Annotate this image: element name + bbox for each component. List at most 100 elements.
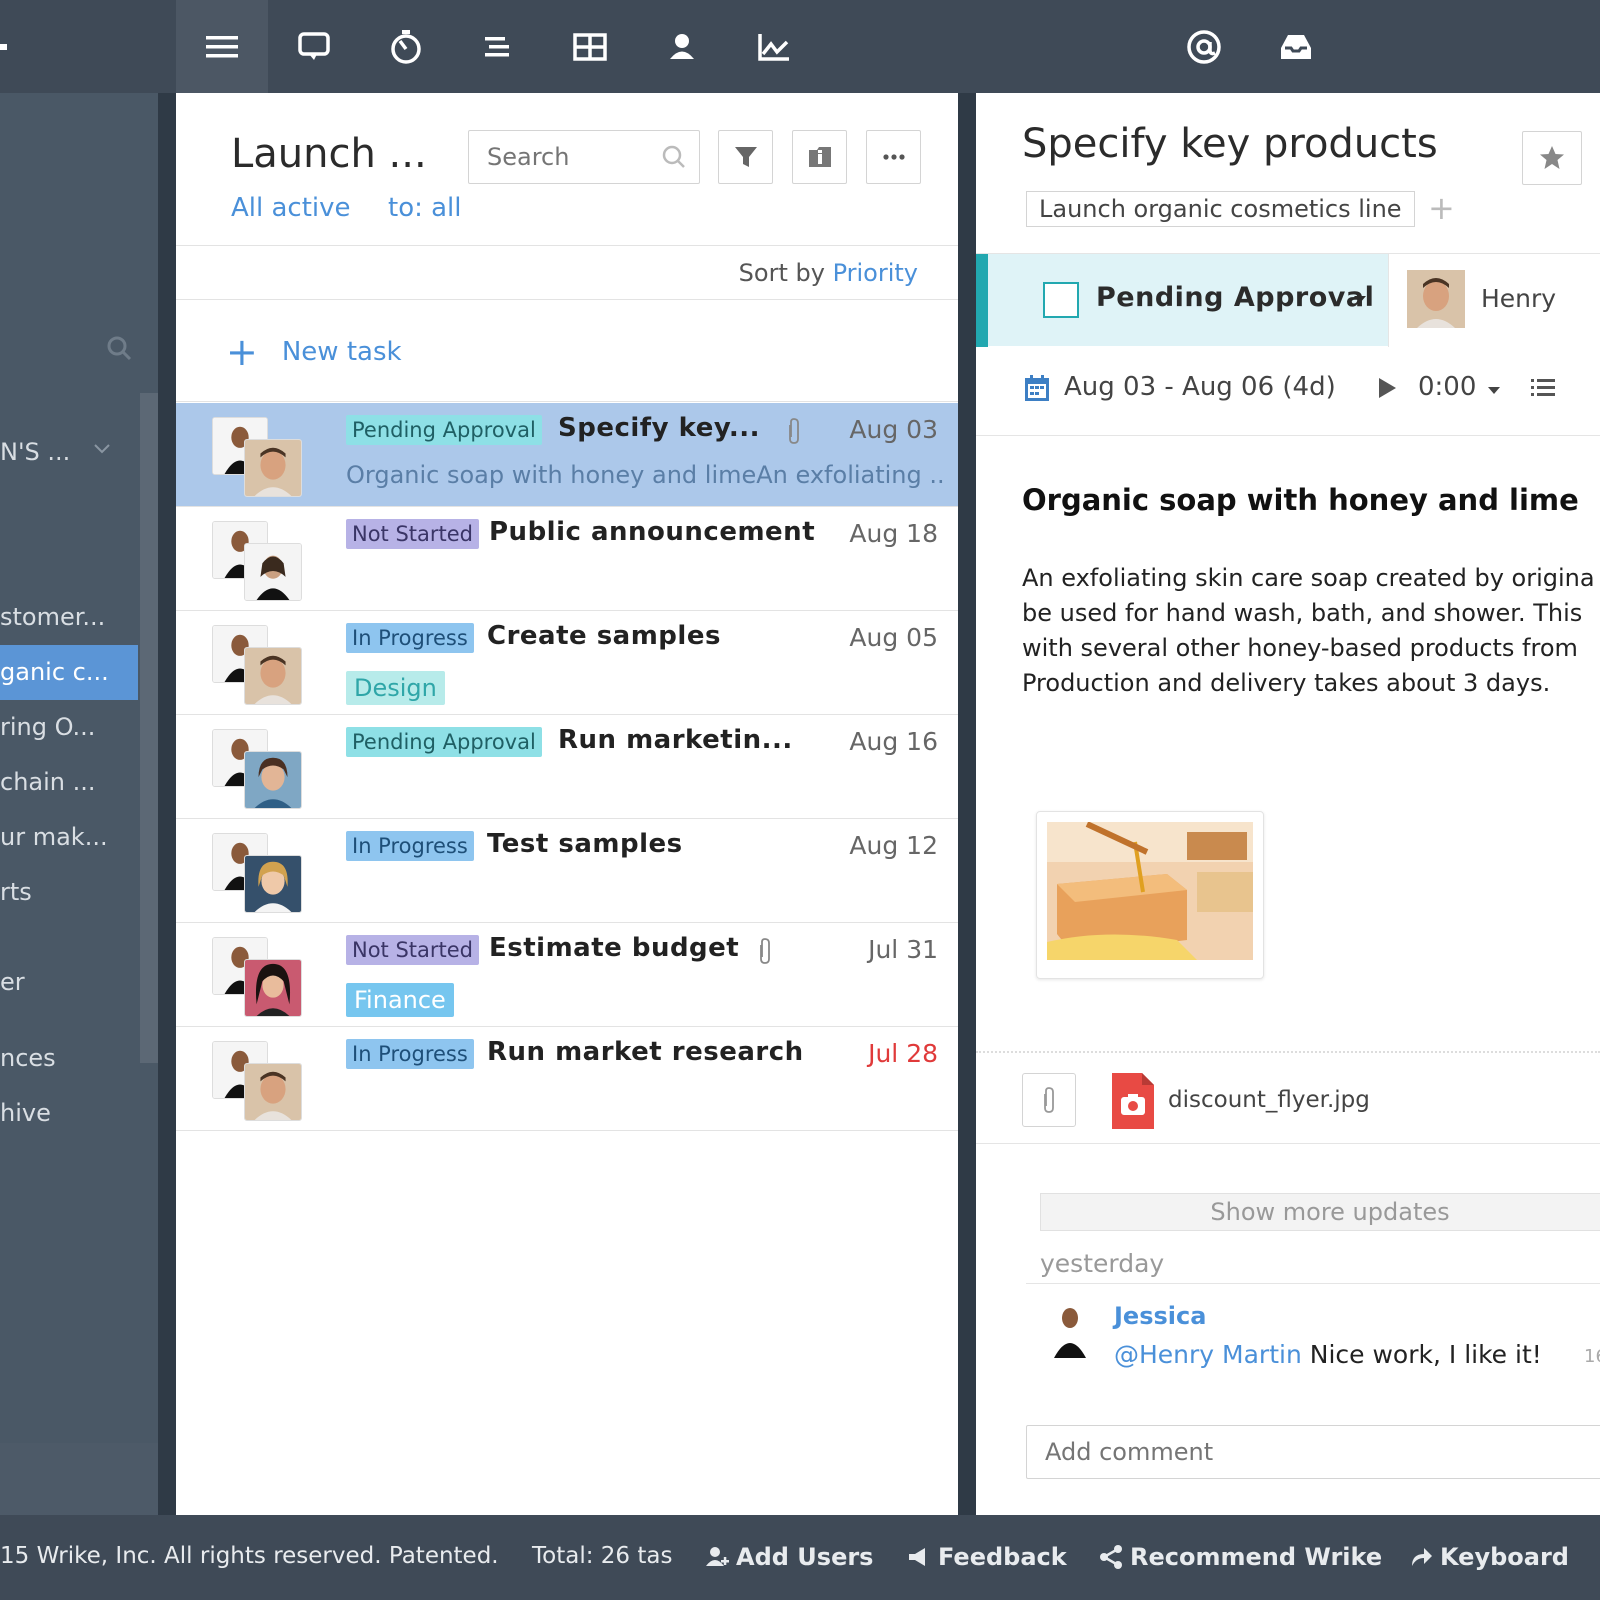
- list-icon[interactable]: [1530, 376, 1556, 400]
- assignee-filter-link[interactable]: to: all: [388, 193, 462, 223]
- recommend-link[interactable]: Recommend Wrike: [1098, 1543, 1382, 1571]
- status-badge: Not Started: [346, 935, 480, 965]
- status-filter-link[interactable]: All active: [231, 193, 351, 223]
- add-folder-button[interactable]: +: [1428, 189, 1455, 227]
- avatar: [244, 647, 302, 705]
- table-view-button[interactable]: [544, 0, 636, 93]
- parent-folder-tag[interactable]: Launch organic cosmetics line: [1026, 191, 1415, 227]
- due-date: Aug 12: [849, 831, 938, 860]
- sort-control[interactable]: Sort by Priority: [739, 259, 918, 287]
- search-field[interactable]: [468, 130, 700, 184]
- analytics-icon: [758, 33, 789, 61]
- image-attachment[interactable]: [1036, 811, 1264, 979]
- date-range[interactable]: Aug 03 - Aug 06 (4d): [1064, 372, 1336, 402]
- task-title[interactable]: Estimate budget: [489, 933, 739, 963]
- sidebar-item-spring[interactable]: ring O...: [0, 700, 138, 755]
- sidebar-item-reports[interactable]: rts: [0, 865, 138, 920]
- sidebar-item-folder[interactable]: N'S ...: [0, 425, 138, 480]
- task-title[interactable]: Specify key...: [558, 413, 760, 443]
- add-users-link[interactable]: Add Users: [704, 1543, 873, 1571]
- avatar: [1054, 1308, 1086, 1358]
- add-comment-field[interactable]: [1026, 1425, 1600, 1479]
- description-body[interactable]: An exfoliating skin care soap created by…: [1022, 561, 1600, 701]
- status-badge: Not Started: [346, 519, 480, 549]
- sidebar-item-your-make[interactable]: ur mak...: [0, 810, 138, 865]
- mentions-button[interactable]: [1158, 0, 1250, 93]
- timelog-view-button[interactable]: [360, 0, 452, 93]
- task-row[interactable]: Not Started Estimate budget Jul 31 Finan…: [176, 923, 958, 1027]
- share-icon: [1100, 1545, 1122, 1569]
- assignee[interactable]: Henry: [1388, 254, 1600, 347]
- comment-input[interactable]: [1027, 1426, 1600, 1478]
- stream-view-button[interactable]: [268, 0, 360, 93]
- list-view-button[interactable]: [176, 0, 268, 93]
- search-input[interactable]: [469, 131, 649, 183]
- task-detail-title[interactable]: Specify key products: [1022, 121, 1438, 167]
- workload-view-button[interactable]: [636, 0, 728, 93]
- sidebar-scrollbar[interactable]: [140, 393, 158, 1063]
- task-detail-panel: Specify key products Launch organic cosm…: [976, 93, 1600, 1515]
- page-title: Launch ...: [231, 131, 427, 177]
- analytics-view-button[interactable]: [728, 0, 820, 93]
- avatar: [244, 1063, 302, 1121]
- user-icon: [670, 33, 694, 59]
- folder-info-button[interactable]: [792, 130, 847, 184]
- time-tracker[interactable]: 0:00: [1418, 372, 1476, 402]
- caret-down-icon[interactable]: [1354, 296, 1366, 303]
- play-icon[interactable]: [1376, 376, 1398, 400]
- timeline-view-button[interactable]: [452, 0, 544, 93]
- chevron-down-icon[interactable]: [92, 439, 112, 459]
- image-file-icon[interactable]: [1112, 1073, 1154, 1129]
- feedback-link[interactable]: Feedback: [906, 1543, 1067, 1571]
- status-dropdown[interactable]: Pending Approval: [1096, 282, 1374, 313]
- tag-finance[interactable]: Finance: [346, 983, 454, 1017]
- divider: [976, 1051, 1600, 1053]
- sort-field-link[interactable]: Priority: [833, 259, 918, 287]
- caret-down-icon[interactable]: [1488, 387, 1500, 394]
- inbox-button[interactable]: [1250, 0, 1342, 93]
- search-icon[interactable]: [104, 333, 134, 363]
- calendar-icon[interactable]: [1024, 374, 1050, 402]
- sidebar-item-customer[interactable]: stomer...: [0, 590, 138, 645]
- comment-author[interactable]: Jessica: [1114, 1302, 1206, 1330]
- task-row[interactable]: In Progress Run market research Jul 28: [176, 1027, 958, 1131]
- chat-icon: [298, 31, 330, 60]
- avatar: [244, 543, 302, 601]
- more-options-button[interactable]: [866, 130, 921, 184]
- task-title[interactable]: Public announcement: [489, 517, 815, 547]
- status-badge: In Progress: [346, 831, 474, 861]
- task-row[interactable]: In Progress Test samples Aug 12: [176, 819, 958, 923]
- new-task-button[interactable]: + New task: [226, 333, 402, 371]
- task-title[interactable]: Test samples: [487, 829, 683, 859]
- star-button[interactable]: [1522, 131, 1582, 185]
- task-avatars: [212, 937, 304, 1017]
- avatar: [244, 751, 302, 809]
- divider: [176, 299, 958, 300]
- total-tasks: Total: 26 tas: [532, 1543, 673, 1569]
- attach-file-button[interactable]: [1022, 1073, 1076, 1127]
- sidebar-item-archive[interactable]: hive: [0, 1086, 138, 1141]
- task-row[interactable]: In Progress Create samples Aug 05 Design: [176, 611, 958, 715]
- task-row[interactable]: Pending Approval Specify key... Aug 03 O…: [176, 403, 958, 507]
- task-avatars: [212, 833, 304, 913]
- info-folder-icon: [808, 147, 831, 167]
- attachment-file-name[interactable]: discount_flyer.jpg: [1168, 1087, 1370, 1113]
- tag-design[interactable]: Design: [346, 671, 445, 705]
- sidebar-item-user[interactable]: er: [0, 955, 138, 1010]
- task-title[interactable]: Create samples: [487, 621, 721, 651]
- mention-link[interactable]: @Henry Martin: [1114, 1340, 1302, 1369]
- task-title[interactable]: Run marketin...: [558, 725, 793, 755]
- task-title[interactable]: Run market research: [487, 1037, 804, 1067]
- filter-button[interactable]: [718, 130, 773, 184]
- task-row[interactable]: Not Started Public announcement Aug 18: [176, 507, 958, 611]
- show-more-updates-button[interactable]: Show more updates: [1040, 1193, 1600, 1231]
- status-badge: Pending Approval: [346, 415, 542, 445]
- footer: 15 Wrike, Inc. All rights reserved. Pate…: [0, 1515, 1600, 1600]
- keyboard-shortcuts-link[interactable]: Keyboard: [1408, 1543, 1569, 1571]
- status-badge: In Progress: [346, 1039, 474, 1069]
- task-row[interactable]: Pending Approval Run marketin... Aug 16: [176, 715, 958, 819]
- sidebar-item-supply-chain[interactable]: chain ...: [0, 755, 138, 810]
- sidebar-item-preferences[interactable]: nces: [0, 1031, 138, 1086]
- sidebar-item-organic[interactable]: ganic c...: [0, 645, 138, 700]
- complete-checkbox[interactable]: [1043, 282, 1079, 318]
